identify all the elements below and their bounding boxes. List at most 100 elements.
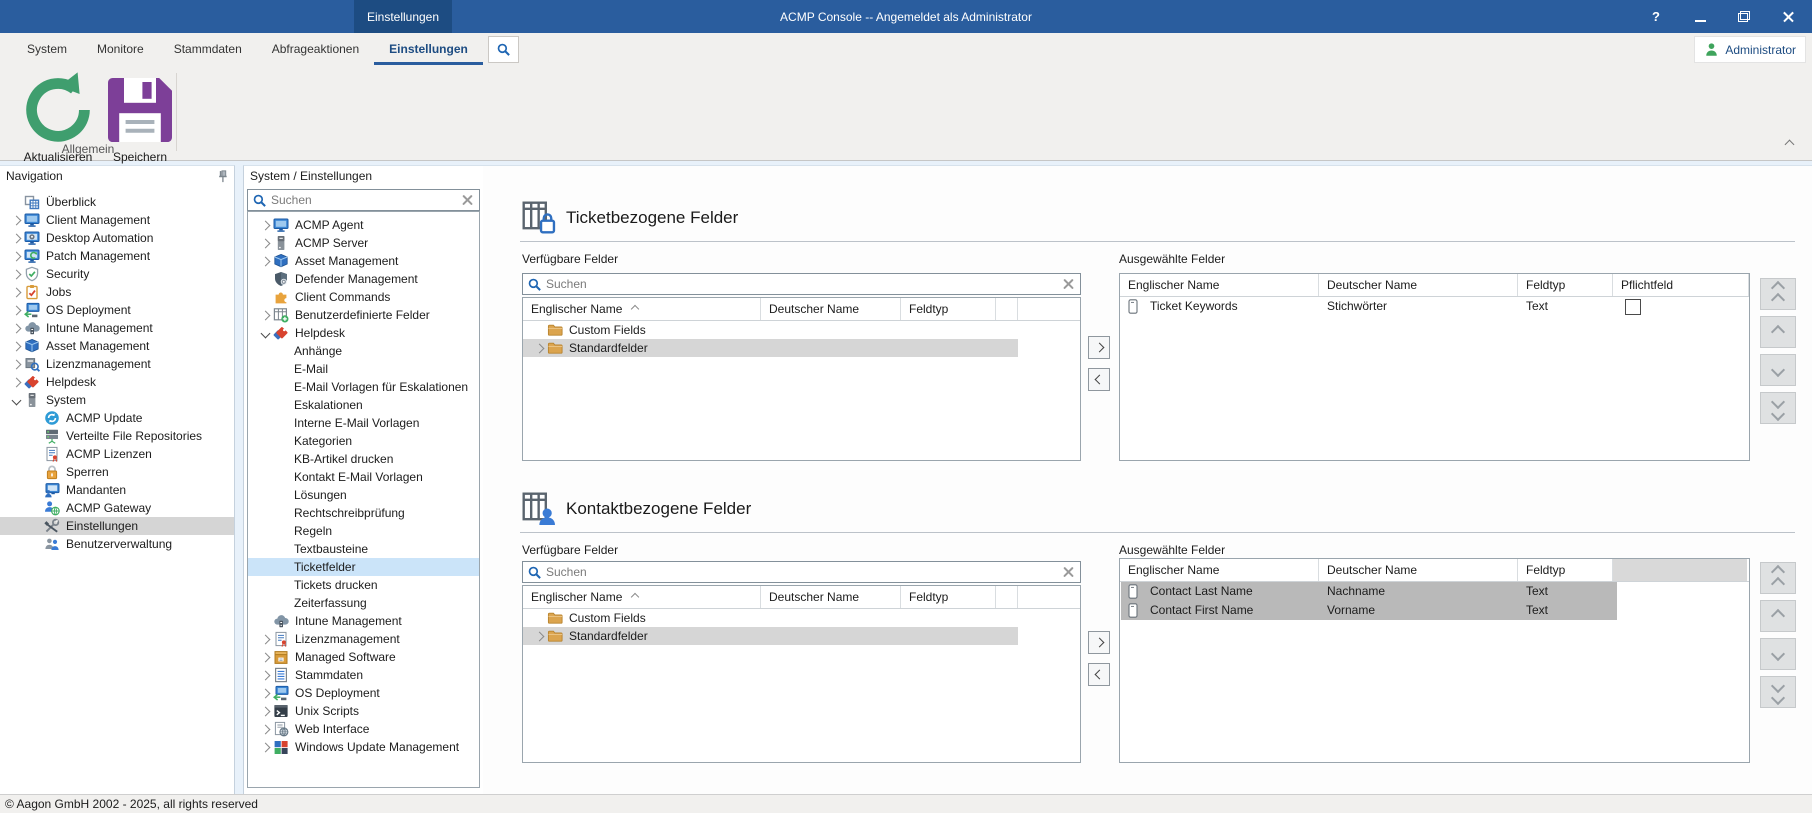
chevron-right-icon[interactable] xyxy=(8,377,24,387)
available-row-standardfelder[interactable]: Standardfelder xyxy=(523,339,1080,357)
tree-item-benutzerdefinierte-felder[interactable]: Benutzerdefinierte Felder xyxy=(248,306,479,324)
available-search-input[interactable] xyxy=(542,565,1062,579)
chevron-right-icon[interactable] xyxy=(257,634,273,644)
move-left-button[interactable] xyxy=(1088,663,1110,686)
context-tab-einstellungen[interactable]: Einstellungen xyxy=(354,0,452,33)
chevron-right-icon[interactable] xyxy=(8,251,24,261)
move-bottom-button[interactable] xyxy=(1760,676,1796,708)
tree-item-os-deployment[interactable]: OS Deployment xyxy=(0,301,234,319)
restore-button[interactable] xyxy=(1734,7,1754,27)
tree-item-managed-software[interactable]: Managed Software xyxy=(248,648,479,666)
tree-item-berblick[interactable]: Überblick xyxy=(0,193,234,211)
tree-item-system[interactable]: System xyxy=(0,391,234,409)
available-row-standardfelder[interactable]: Standardfelder xyxy=(523,627,1080,645)
move-top-button[interactable] xyxy=(1760,278,1796,310)
chevron-right-icon[interactable] xyxy=(8,305,24,315)
selected-row-contact-first-name[interactable]: Contact First Name Vorname Text xyxy=(1120,601,1749,620)
tree-item-lizenzmanagement[interactable]: Lizenzmanagement xyxy=(248,630,479,648)
chevron-right-icon[interactable] xyxy=(531,631,547,641)
move-top-button[interactable] xyxy=(1760,562,1796,594)
chevron-right-icon[interactable] xyxy=(257,670,273,680)
move-up-button[interactable] xyxy=(1760,600,1796,632)
tree-item-lizenzmanagement[interactable]: Lizenzmanagement xyxy=(0,355,234,373)
tree-item-tickets-drucken[interactable]: Tickets drucken xyxy=(248,576,479,594)
chevron-down-icon[interactable] xyxy=(8,395,24,405)
column-header-feldtyp[interactable]: Feldtyp xyxy=(1518,274,1613,296)
tree-item-jobs[interactable]: Jobs xyxy=(0,283,234,301)
chevron-right-icon[interactable] xyxy=(257,310,273,320)
available-row-custom-fields[interactable]: Custom Fields xyxy=(523,609,1080,627)
move-right-button[interactable] xyxy=(1088,631,1110,654)
available-row-custom-fields[interactable]: Custom Fields xyxy=(523,321,1080,339)
chevron-right-icon[interactable] xyxy=(257,742,273,752)
column-header-feldtyp[interactable]: Feldtyp xyxy=(1518,559,1613,581)
tree-item-interne-e-mail-vorlagen[interactable]: Interne E-Mail Vorlagen xyxy=(248,414,479,432)
chevron-right-icon[interactable] xyxy=(8,233,24,243)
tree-item-e-mail[interactable]: E-Mail xyxy=(248,360,479,378)
tree-item-desktop-automation[interactable]: Desktop Automation xyxy=(0,229,234,247)
tree-item-acmp-server[interactable]: ACMP Server xyxy=(248,234,479,252)
help-button[interactable]: ? xyxy=(1646,7,1666,27)
tree-item-web-interface[interactable]: Web Interface xyxy=(248,720,479,738)
settings-search-input[interactable] xyxy=(267,193,461,207)
tree-item-kontakt-e-mail-vorlagen[interactable]: Kontakt E-Mail Vorlagen xyxy=(248,468,479,486)
pin-icon[interactable] xyxy=(214,169,229,184)
tab-abfrageaktionen[interactable]: Abfrageaktionen xyxy=(257,33,374,65)
tree-item-asset-management[interactable]: Asset Management xyxy=(0,337,234,355)
tree-item-acmp-gateway[interactable]: ACMP Gateway xyxy=(0,499,234,517)
tree-item-stammdaten[interactable]: Stammdaten xyxy=(248,666,479,684)
tree-item-defender-management[interactable]: Defender Management xyxy=(248,270,479,288)
chevron-right-icon[interactable] xyxy=(257,220,273,230)
column-header-feldtyp[interactable]: Feldtyp xyxy=(901,298,996,320)
tree-item-verteilte-file-repositories[interactable]: Verteilte File Repositories xyxy=(0,427,234,445)
tree-item-acmp-lizenzen[interactable]: ACMP Lizenzen xyxy=(0,445,234,463)
move-down-button[interactable] xyxy=(1760,638,1796,670)
clear-search-icon[interactable] xyxy=(461,194,474,207)
tree-item-asset-management[interactable]: Asset Management xyxy=(248,252,479,270)
tab-system[interactable]: System xyxy=(12,33,82,65)
tree-item-sperren[interactable]: Sperren xyxy=(0,463,234,481)
clear-search-icon[interactable] xyxy=(1062,278,1075,291)
selected-row-ticket-keywords[interactable]: Ticket Keywords Stichwörter Text xyxy=(1120,297,1749,316)
column-header-englischer-name[interactable]: Englischer Name xyxy=(1120,559,1319,581)
tree-item-intune-management[interactable]: Intune Management xyxy=(248,612,479,630)
tree-item-client-management[interactable]: Client Management xyxy=(0,211,234,229)
column-header-deutscher-name[interactable]: Deutscher Name xyxy=(1319,559,1518,581)
column-header-deutscher-name[interactable]: Deutscher Name xyxy=(761,298,901,320)
tree-item-mandanten[interactable]: Mandanten xyxy=(0,481,234,499)
tree-item-rechtschreibpr-fung[interactable]: Rechtschreibprüfung xyxy=(248,504,479,522)
clear-search-icon[interactable] xyxy=(1062,566,1075,579)
tree-item-kategorien[interactable]: Kategorien xyxy=(248,432,479,450)
tree-item-os-deployment[interactable]: OS Deployment xyxy=(248,684,479,702)
tree-item-eskalationen[interactable]: Eskalationen xyxy=(248,396,479,414)
tree-item-regeln[interactable]: Regeln xyxy=(248,522,479,540)
tab-einstellungen[interactable]: Einstellungen xyxy=(374,33,483,65)
close-button[interactable] xyxy=(1778,7,1798,27)
tree-item-anh-nge[interactable]: Anhänge xyxy=(248,342,479,360)
tree-item-patch-management[interactable]: Patch Management xyxy=(0,247,234,265)
tab-monitore[interactable]: Monitore xyxy=(82,33,159,65)
chevron-right-icon[interactable] xyxy=(8,269,24,279)
tree-item-security[interactable]: Security xyxy=(0,265,234,283)
move-up-button[interactable] xyxy=(1760,316,1796,348)
ribbon-collapse-button[interactable] xyxy=(1780,137,1798,151)
chevron-right-icon[interactable] xyxy=(8,341,24,351)
tree-item-einstellungen[interactable]: Einstellungen xyxy=(0,517,234,535)
column-header-feldtyp[interactable]: Feldtyp xyxy=(901,586,996,608)
move-right-button[interactable] xyxy=(1088,336,1110,359)
chevron-right-icon[interactable] xyxy=(257,238,273,248)
move-down-button[interactable] xyxy=(1760,354,1796,386)
tree-item-helpdesk[interactable]: Helpdesk xyxy=(0,373,234,391)
tree-item-unix-scripts[interactable]: Unix Scripts xyxy=(248,702,479,720)
chevron-right-icon[interactable] xyxy=(531,343,547,353)
column-header-deutscher-name[interactable]: Deutscher Name xyxy=(1319,274,1518,296)
chevron-down-icon[interactable] xyxy=(257,328,273,338)
chevron-right-icon[interactable] xyxy=(257,706,273,716)
tree-item-kb-artikel-drucken[interactable]: KB-Artikel drucken xyxy=(248,450,479,468)
selected-row-contact-last-name[interactable]: Contact Last Name Nachname Text xyxy=(1120,582,1749,601)
pflichtfeld-checkbox[interactable] xyxy=(1625,299,1641,315)
tree-item-textbausteine[interactable]: Textbausteine xyxy=(248,540,479,558)
chevron-right-icon[interactable] xyxy=(8,287,24,297)
chevron-right-icon[interactable] xyxy=(257,688,273,698)
tree-item-client-commands[interactable]: Client Commands xyxy=(248,288,479,306)
